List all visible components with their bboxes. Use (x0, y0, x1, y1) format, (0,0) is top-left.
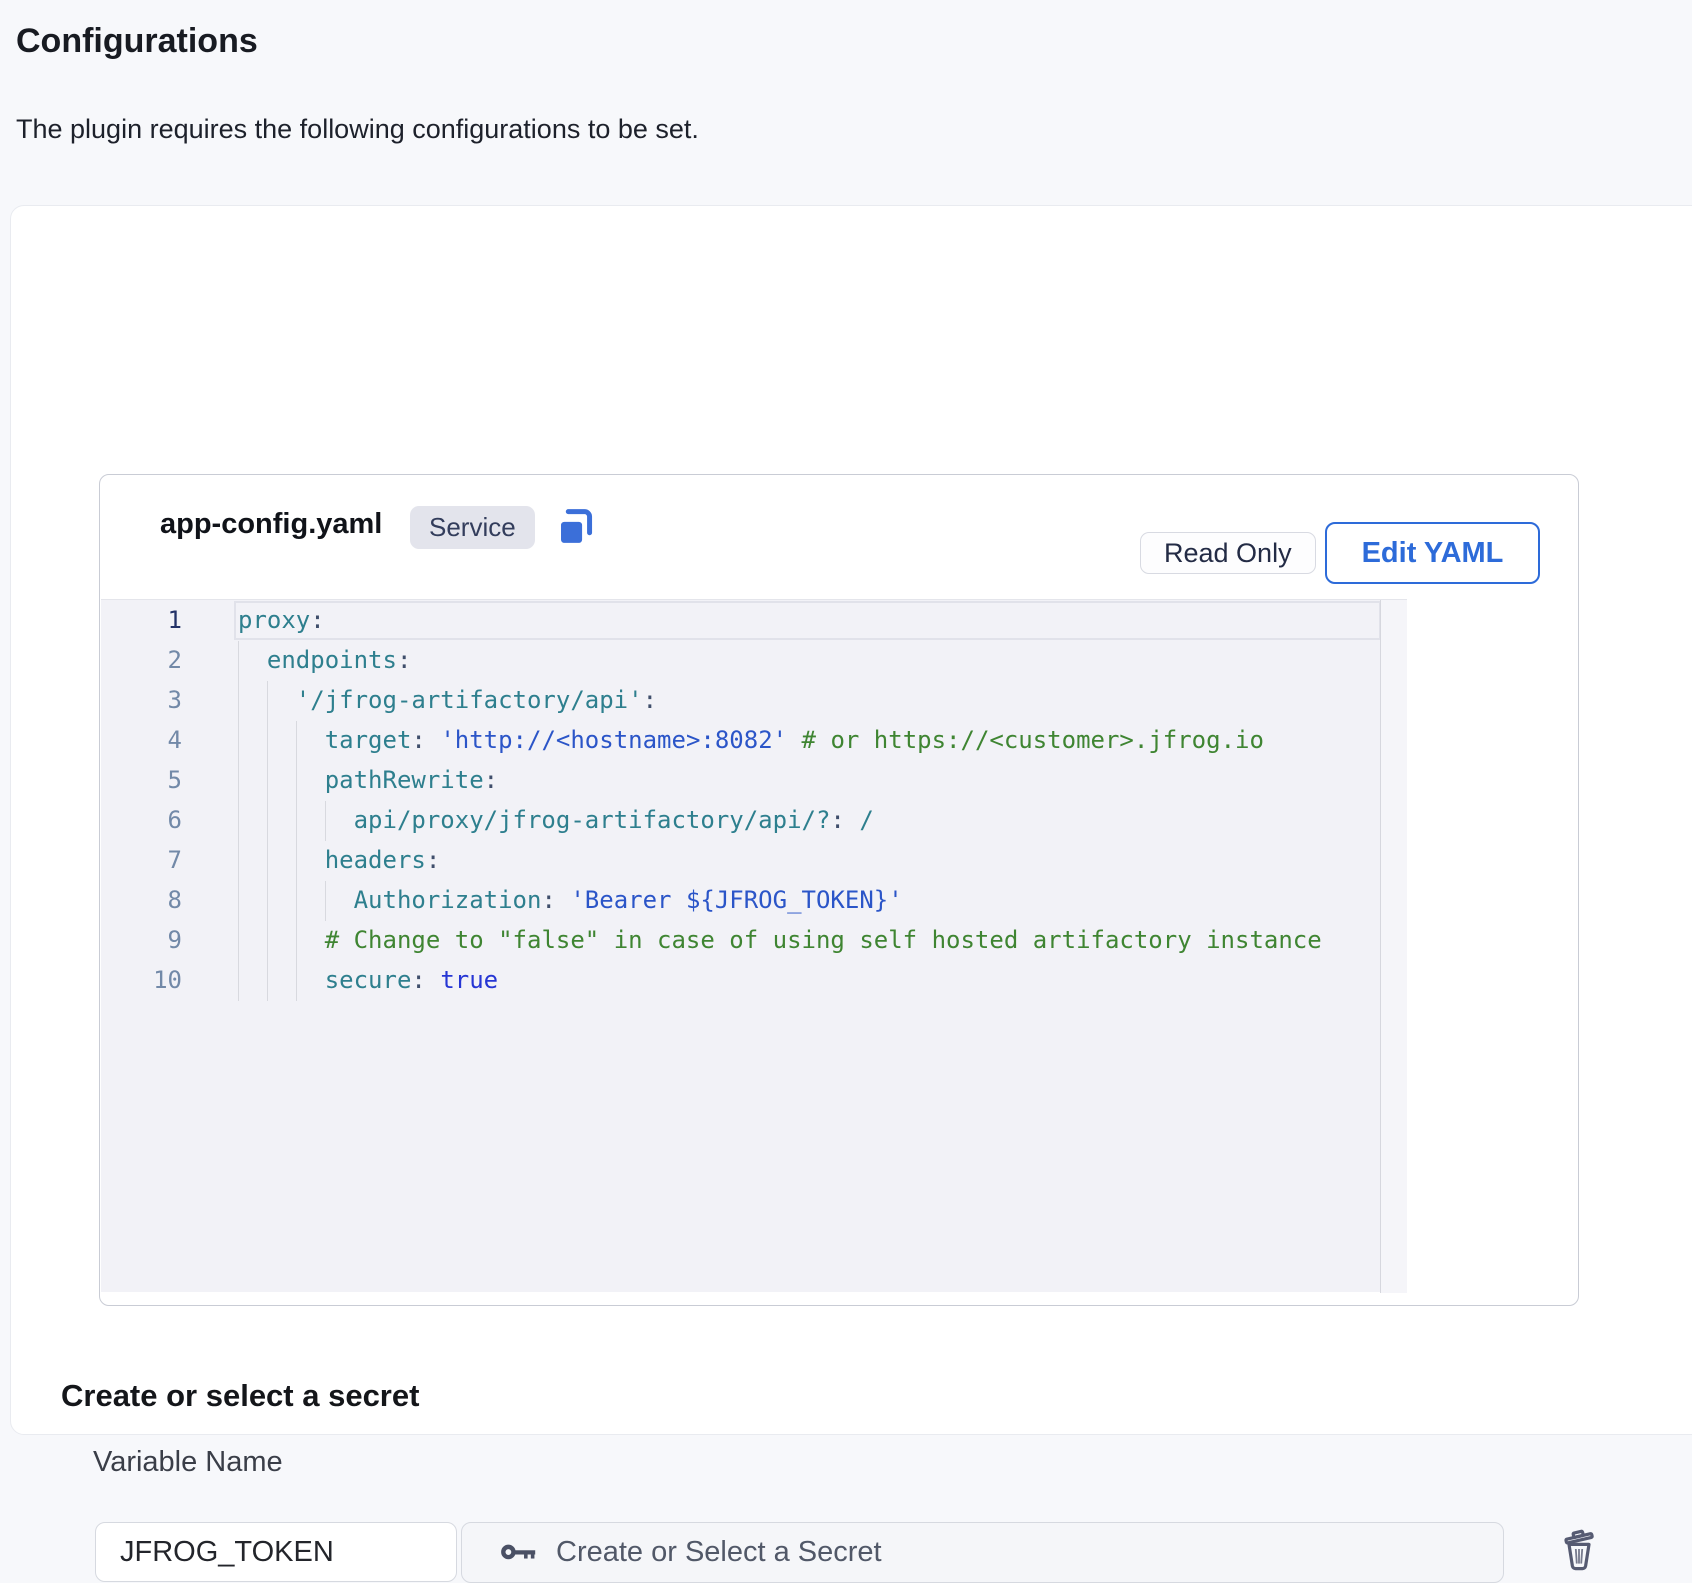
code-line: proxy: (238, 600, 1322, 640)
copy-icon (552, 504, 598, 550)
indent-guide (296, 721, 297, 1001)
page-title: Configurations (16, 22, 258, 61)
trash-icon (1555, 1526, 1603, 1574)
code-line: pathRewrite: (238, 760, 1322, 800)
secret-select-input[interactable]: Create or Select a Secret (461, 1522, 1504, 1583)
line-number: 10 (101, 960, 182, 1000)
line-number: 9 (101, 920, 182, 960)
copy-button[interactable] (552, 504, 598, 550)
indent-guide (325, 801, 326, 841)
line-number: 5 (101, 760, 182, 800)
config-file-name: app-config.yaml (160, 508, 382, 541)
configurations-panel: app-config.yaml Service Read Only Edit Y… (10, 205, 1692, 1435)
yaml-code-editor[interactable]: 12345678910 proxy: endpoints: '/jfrog-ar… (101, 599, 1407, 1292)
code-line: target: 'http://<hostname>:8082' # or ht… (238, 720, 1322, 760)
service-badge: Service (410, 506, 535, 549)
indent-guide (238, 641, 239, 1001)
read-only-button[interactable]: Read Only (1140, 532, 1316, 574)
line-number: 6 (101, 800, 182, 840)
secret-select-placeholder: Create or Select a Secret (556, 1536, 882, 1569)
code-line: secure: true (238, 960, 1322, 1000)
code-line: Authorization: 'Bearer ${JFROG_TOKEN}' (238, 880, 1322, 920)
variable-name-label: Variable Name (93, 1446, 283, 1479)
code-line: headers: (238, 840, 1322, 880)
variable-name-input[interactable] (95, 1522, 457, 1582)
secret-section-heading: Create or select a secret (61, 1378, 419, 1414)
delete-secret-button[interactable] (1555, 1526, 1603, 1574)
page-description: The plugin requires the following config… (16, 114, 699, 145)
key-icon (500, 1543, 538, 1562)
line-number: 1 (101, 600, 182, 640)
code-line: '/jfrog-artifactory/api': (238, 680, 1322, 720)
line-number: 8 (101, 880, 182, 920)
edit-yaml-button[interactable]: Edit YAML (1325, 522, 1540, 584)
editor-code: proxy: endpoints: '/jfrog-artifactory/ap… (238, 600, 1322, 1000)
code-line: api/proxy/jfrog-artifactory/api/?: / (238, 800, 1322, 840)
line-number: 4 (101, 720, 182, 760)
editor-scrollbar[interactable] (1380, 600, 1407, 1293)
indent-guide (267, 681, 268, 1001)
code-line: endpoints: (238, 640, 1322, 680)
yaml-config-card: app-config.yaml Service Read Only Edit Y… (99, 474, 1579, 1306)
editor-gutter: 12345678910 (101, 600, 182, 1000)
line-number: 2 (101, 640, 182, 680)
indent-guide (325, 881, 326, 921)
line-number: 7 (101, 840, 182, 880)
line-number: 3 (101, 680, 182, 720)
code-line: # Change to "false" in case of using sel… (238, 920, 1322, 960)
